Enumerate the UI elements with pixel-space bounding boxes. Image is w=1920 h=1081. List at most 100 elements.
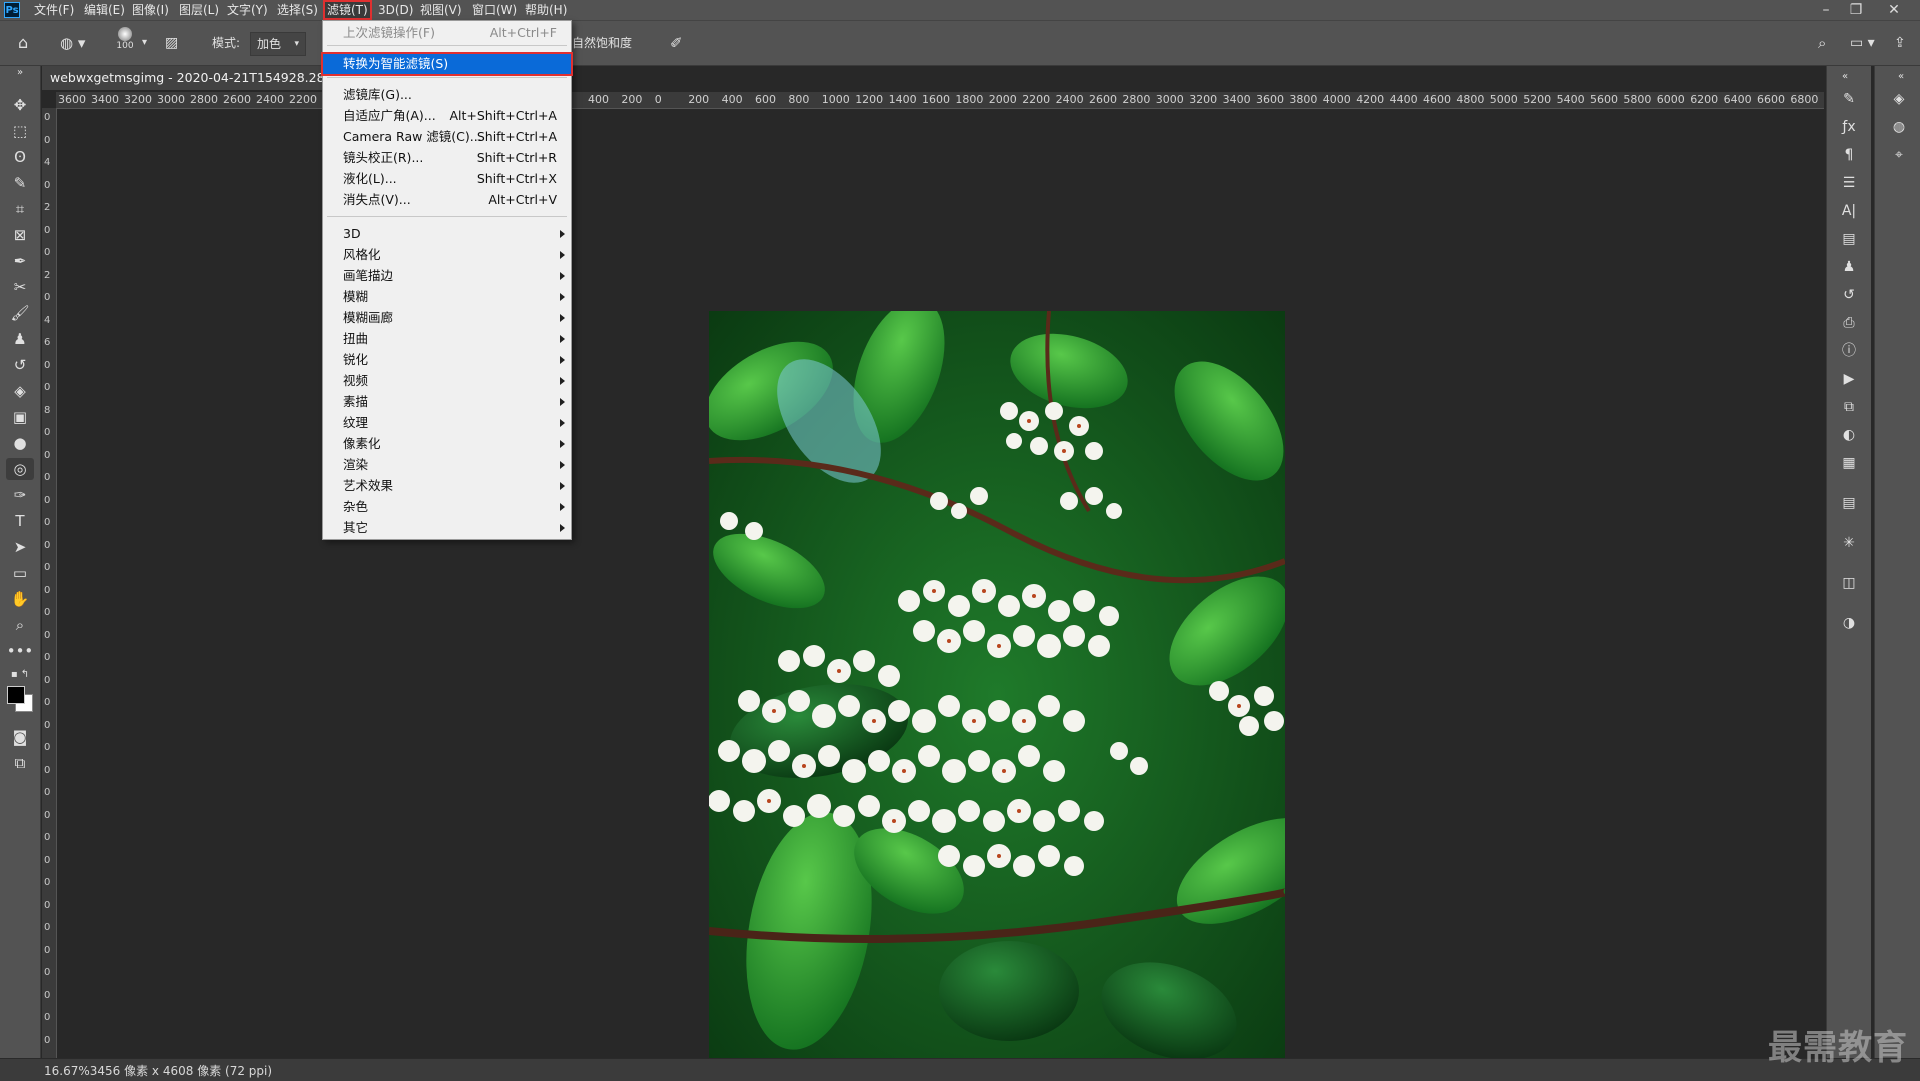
crop-tool-icon[interactable]: ⌗ [6,198,34,220]
swatches-panel-icon[interactable]: ▦ [1837,452,1861,474]
brush-settings-icon[interactable]: ▨ [165,33,178,53]
eyedropper-tool-icon[interactable]: ✒ [6,250,34,272]
eraser-tool-icon[interactable]: ◈ [6,380,34,402]
submenu-blur[interactable]: 模糊 [323,287,571,307]
submenu-stylize[interactable]: 风格化 [323,245,571,265]
collapse-panels-icon[interactable]: « [1833,66,1857,88]
menu-item-last-filter[interactable]: 上次滤镜操作(F) Alt+Ctrl+F [323,23,571,43]
menu-item-lens-correction[interactable]: 镜头校正(R)... Shift+Ctrl+R [323,148,571,168]
menu-item-liquify[interactable]: 液化(L)... Shift+Ctrl+X [323,169,571,189]
properties-panel-icon[interactable]: ◫ [1837,572,1861,594]
healing-brush-tool-icon[interactable]: ✂ [6,276,34,298]
menu-select[interactable]: 选择(S) [275,2,320,18]
channels-panel-icon[interactable]: ◍ [1887,116,1911,138]
3d-panel-icon[interactable]: ◐ [1837,424,1861,446]
share-icon[interactable]: ⇪ [1894,33,1906,53]
submenu-artistic[interactable]: 艺术效果 [323,476,571,496]
brush-settings-panel-icon[interactable]: ✎ [1837,88,1861,110]
quick-select-tool-icon[interactable]: ✎ [6,172,34,194]
menu-window[interactable]: 窗口(W) [470,2,519,18]
layers-panel-icon[interactable]: ◈ [1887,88,1911,110]
menu-item-camera-raw[interactable]: Camera Raw 滤镜(C)... Shift+Ctrl+A [323,127,571,147]
history-panel-icon[interactable]: ↺ [1837,284,1861,306]
submenu-sketch[interactable]: 素描 [323,392,571,412]
pressure-icon[interactable]: ✐ [670,33,683,53]
move-tool-icon[interactable]: ✥ [6,94,34,116]
paths-panel-icon[interactable]: ⌖ [1887,144,1911,166]
clone-stamp-tool-icon[interactable]: ♟ [6,328,34,350]
vibrance-checkbox-label[interactable]: 自然饱和度 [572,33,632,53]
submenu-sharpen[interactable]: 锐化 [323,350,571,370]
minimize-icon[interactable]: – [1812,0,1840,20]
quick-mask-icon[interactable]: ◙ [6,726,34,748]
submenu-texture[interactable]: 纹理 [323,413,571,433]
path-select-tool-icon[interactable]: ➤ [6,536,34,558]
clone-source-panel-icon[interactable]: ♟ [1837,256,1861,278]
info-panel-icon[interactable]: ⓘ [1837,340,1861,362]
menu-layer[interactable]: 图层(L) [177,2,221,18]
screen-mode-icon[interactable]: ⧉ [6,752,34,774]
hand-tool-icon[interactable]: ✋ [6,588,34,610]
submenu-brush-strokes[interactable]: 画笔描边 [323,266,571,286]
menu-type[interactable]: 文字(Y) [225,2,270,18]
menu-3d[interactable]: 3D(D) [376,2,415,18]
home-icon[interactable]: ⌂ [18,33,28,53]
workspace-icon[interactable]: ▭ ▾ [1850,33,1875,53]
actions-panel-icon[interactable]: ▶ [1837,368,1861,390]
lasso-tool-icon[interactable]: ʘ [6,146,34,168]
color-panel-icon[interactable]: ◑ [1837,612,1861,634]
tool-presets-panel-icon[interactable]: ⎙ [1837,312,1861,334]
libraries-panel-icon[interactable]: ▤ [1837,228,1861,250]
submenu-render[interactable]: 渲染 [323,455,571,475]
rectangle-tool-icon[interactable]: ▭ [6,562,34,584]
gradient-tool-icon[interactable]: ▣ [6,406,34,428]
collapse-panels-icon[interactable]: « [1889,66,1913,88]
submenu-pixelate[interactable]: 像素化 [323,434,571,454]
brush-tool-icon[interactable]: 🖌 [6,302,34,324]
frame-tool-icon[interactable]: ⊠ [6,224,34,246]
submenu-blur-gallery[interactable]: 模糊画廊 [323,308,571,328]
navigator-panel-icon[interactable]: ✳ [1837,532,1861,554]
chevron-down-icon[interactable]: ▾ [142,33,147,53]
type-tool-icon[interactable]: T [6,510,34,532]
sponge-tool-icon[interactable]: ◎ [6,458,34,480]
default-colors-icon[interactable]: ▪ ↰ [6,664,34,686]
menu-item-vanishing-point[interactable]: 消失点(V)... Alt+Ctrl+V [323,190,571,210]
menu-item-convert-smart-filter[interactable]: 转换为智能滤镜(S) [321,52,573,76]
menu-image[interactable]: 图像(I) [130,2,171,18]
collapse-toolbar-icon[interactable]: » [6,66,34,80]
menu-help[interactable]: 帮助(H) [523,2,569,18]
more-tools-icon[interactable]: ••• [6,640,34,662]
submenu-3d[interactable]: 3D [323,224,571,244]
notes-panel-icon[interactable]: ▤ [1837,492,1861,514]
submenu-other[interactable]: 其它 [323,518,571,538]
history-brush-tool-icon[interactable]: ↺ [6,354,34,376]
restore-icon[interactable]: ❐ [1842,0,1870,20]
timeline-panel-icon[interactable]: ⧉ [1837,396,1861,418]
paragraph-panel-icon[interactable]: ¶ [1837,144,1861,166]
blur-tool-icon[interactable]: ● [6,432,34,454]
tool-preset-icon[interactable]: ◍ ▾ [60,33,85,53]
close-icon[interactable]: ✕ [1880,0,1908,20]
zoom-tool-icon[interactable]: ⌕ [6,614,34,636]
fx-styles-panel-icon[interactable]: ƒx [1837,116,1861,138]
submenu-distort[interactable]: 扭曲 [323,329,571,349]
menu-item-filter-gallery[interactable]: 滤镜库(G)... [323,85,571,105]
menu-edit[interactable]: 编辑(E) [82,2,127,18]
foreground-color-swatch[interactable] [7,686,25,704]
document-tab[interactable]: webwxgetmsgimg - 2020-04-21T154928.289.j… [42,66,348,90]
menu-file[interactable]: 文件(F) [32,2,76,18]
submenu-video[interactable]: 视频 [323,371,571,391]
brush-preview[interactable]: 100 [114,27,136,51]
menu-view[interactable]: 视图(V) [418,2,464,18]
pen-tool-icon[interactable]: ✑ [6,484,34,506]
submenu-noise[interactable]: 杂色 [323,497,571,517]
mode-select[interactable]: 加色 ▾ [250,32,306,56]
menu-filter[interactable]: 滤镜(T) [323,0,372,20]
search-icon[interactable]: ⌕ [1818,33,1826,53]
marquee-tool-icon[interactable]: ⬚ [6,120,34,142]
character-panel-icon[interactable]: A| [1837,200,1861,222]
menu-item-adaptive-wide-angle[interactable]: 自适应广角(A)... Alt+Shift+Ctrl+A [323,106,571,126]
status-info[interactable]: 16.67%3456 像素 x 4608 像素 (72 ppi) [44,1062,272,1079]
adjustments-panel-icon[interactable]: ☰ [1837,172,1861,194]
